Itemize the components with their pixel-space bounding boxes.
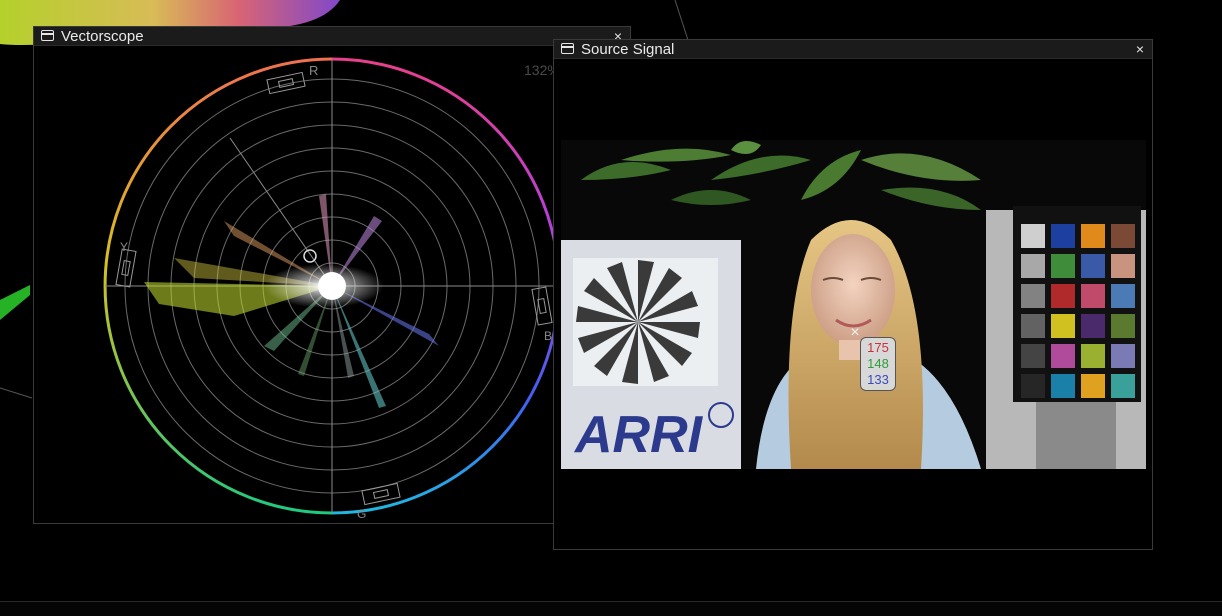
- gray-card: [1036, 402, 1116, 469]
- vectorscope-graph: R Y B G 132%: [34, 46, 630, 523]
- bottom-bar: [0, 601, 1222, 616]
- window-icon: [561, 43, 574, 54]
- probe-green-value: 148: [867, 356, 889, 371]
- target-label-g: G: [357, 507, 366, 521]
- window-icon: [41, 30, 54, 41]
- target-label-b: B: [544, 329, 552, 343]
- siemens-star: [576, 260, 700, 384]
- source-signal-titlebar[interactable]: Source Signal ×: [554, 40, 1152, 59]
- pixel-probe-readout: 175 148 133: [860, 337, 896, 391]
- probe-crosshair-icon[interactable]: ×: [848, 325, 862, 341]
- source-signal-panel: Source Signal × ARRI × 175 148 133: [553, 39, 1153, 550]
- arri-logo: ARRI: [573, 406, 704, 464]
- vectorscope-title: Vectorscope: [61, 28, 144, 45]
- target-label-y: Y: [120, 240, 128, 254]
- probe-blue-value: 133: [867, 372, 889, 387]
- vectorscope-titlebar[interactable]: Vectorscope ×: [34, 27, 630, 46]
- probe-red-value: 175: [867, 340, 889, 355]
- close-icon[interactable]: ×: [1132, 40, 1148, 59]
- signal-trace: [144, 194, 439, 408]
- source-image-frame: ARRI: [561, 140, 1146, 469]
- target-label-r: R: [309, 63, 318, 78]
- source-signal-title: Source Signal: [581, 41, 675, 58]
- vectorscope-display: R Y B G: [103, 57, 561, 521]
- desktop: Vectorscope × R Y B G 132% Source Signal…: [0, 0, 1222, 616]
- vectorscope-panel: Vectorscope × R Y B G 132%: [33, 26, 631, 524]
- source-image[interactable]: ARRI × 175 148 133: [561, 140, 1146, 469]
